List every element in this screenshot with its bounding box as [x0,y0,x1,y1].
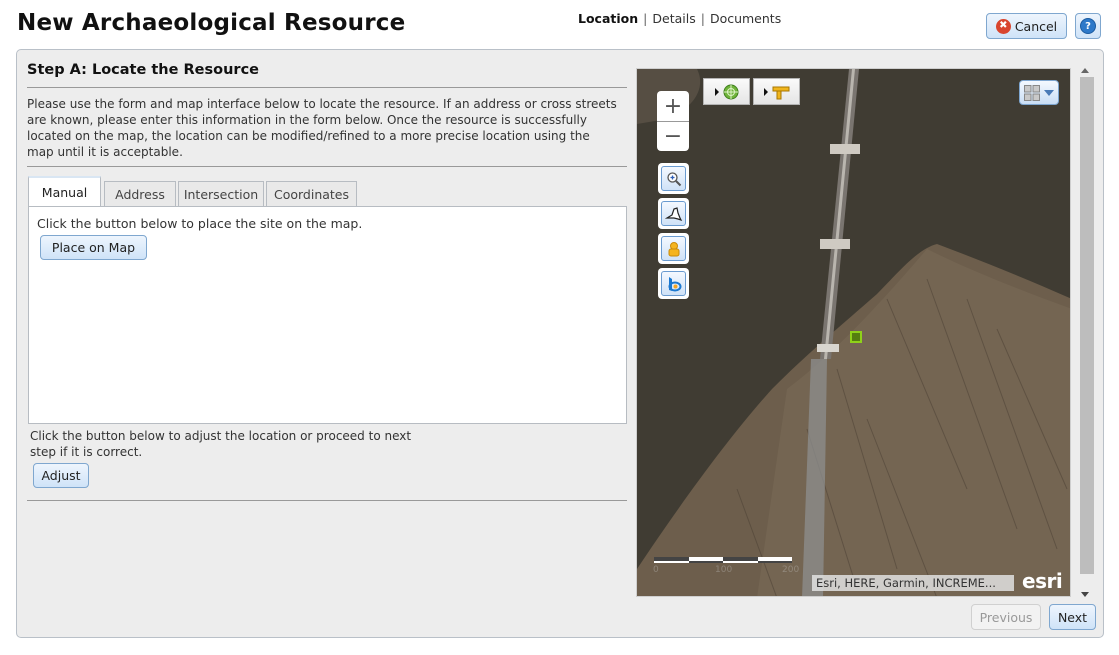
divider [27,166,627,167]
adjust-instruction: Click the button below to adjust the loc… [30,429,412,459]
tab-manual[interactable]: Manual [28,176,101,207]
step-nav-documents[interactable]: Documents [710,11,781,26]
next-button[interactable]: Next [1049,604,1096,630]
zoom-box-tool-button[interactable] [658,163,689,194]
bridge-abutment [817,344,839,352]
scroll-up-icon[interactable] [1081,68,1089,73]
scroll-down-icon[interactable] [1081,592,1089,597]
help-icon: ? [1080,18,1096,34]
divider [27,87,627,88]
chevron-down-icon [1044,89,1054,96]
map-attribution[interactable]: Esri, HERE, Garmin, INCREME... [812,575,1014,591]
page-title: New Archaeological Resource [17,10,406,36]
bing-button[interactable] [658,268,689,299]
zoom-in-button[interactable]: + [657,91,689,121]
step-nav: Location | Details | Documents [578,11,781,26]
ruler-icon [772,86,789,99]
manual-instruction: Click the button below to place the site… [37,216,363,231]
expand-icon [714,87,719,96]
tab-address[interactable]: Address [104,181,176,207]
step-panel: Step A: Locate the Resource Please use t… [16,49,1104,638]
step-separator: | [643,11,648,26]
previous-button[interactable]: Previous [971,604,1041,630]
person-icon [668,241,679,256]
cancel-label: Cancel [1014,18,1058,34]
zoom-control: + − [657,91,689,151]
scale-label: 200 [782,565,800,575]
basemap-grid-icon [1024,84,1040,101]
measure-tool-button[interactable] [753,78,800,105]
cancel-icon: ✖ [995,18,1011,34]
bridge-pier [830,144,860,154]
cancel-button[interactable]: ✖ Cancel [986,13,1067,39]
tab-content-manual: Click the button below to place the site… [28,206,627,424]
zoom-out-button[interactable]: − [657,121,689,151]
scale-label: 100 [715,565,733,575]
full-extent-button[interactable] [658,198,689,229]
step-nav-location[interactable]: Location [578,11,638,26]
esri-logo: esri [1022,569,1063,593]
map-view[interactable]: + − 0 100 200 Esri, HERE, Garmin, INCREM… [636,68,1071,597]
step-heading: Step A: Locate the Resource [27,62,259,78]
tab-intersection[interactable]: Intersection [178,181,264,207]
crosshair-target-icon [723,84,738,99]
bridge-pier [820,239,850,249]
basemap-gallery-button[interactable] [1019,80,1059,105]
place-on-map-button[interactable]: Place on Map [40,235,147,260]
expand-icon [763,87,768,96]
locate-tool-button[interactable] [703,78,750,105]
street-view-button[interactable] [658,233,689,264]
divider [27,500,627,501]
site-location-marker[interactable] [850,331,862,343]
scroll-thumb[interactable] [1080,77,1094,574]
magnifier-plus-icon [666,171,681,186]
adjust-button[interactable]: Adjust [33,463,89,488]
tab-coordinates[interactable]: Coordinates [266,181,357,207]
help-button[interactable]: ? [1075,13,1101,39]
scale-label: 0 [653,565,659,575]
intro-text: Please use the form and map interface be… [27,97,617,159]
step-separator: | [700,11,705,26]
state-outline-icon [664,206,682,221]
bing-icon [668,276,681,291]
panel-scrollbar[interactable] [1077,66,1094,599]
step-nav-details[interactable]: Details [652,11,695,26]
